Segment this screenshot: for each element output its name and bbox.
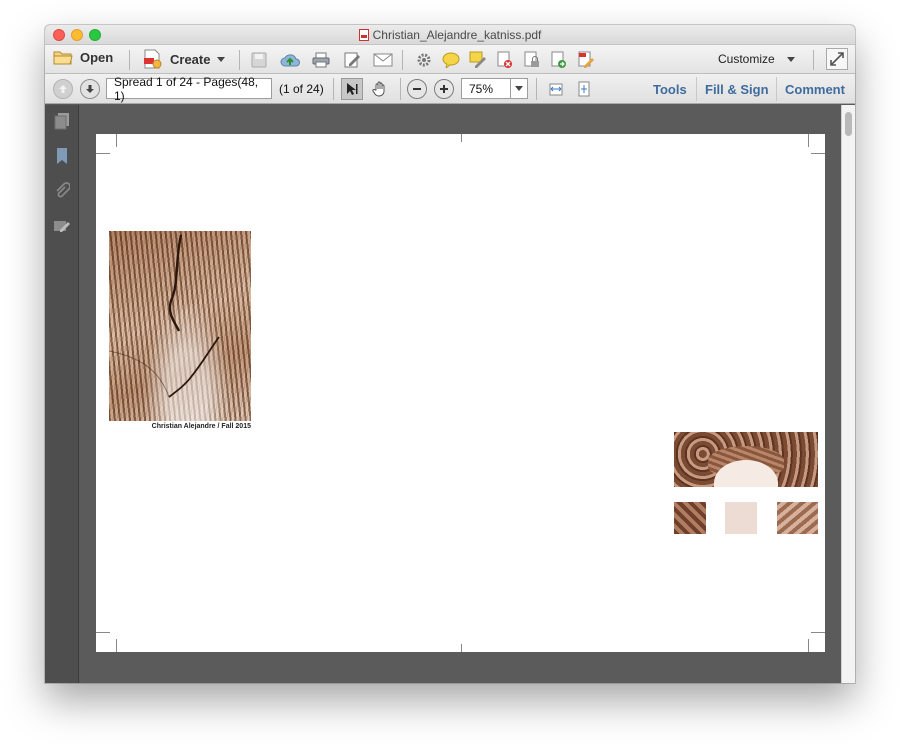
previous-page-button[interactable]: [53, 79, 73, 99]
zoom-level-value: 75%: [469, 81, 494, 96]
texture-swatch-light: [725, 502, 757, 534]
page-thumbnails-icon[interactable]: [52, 111, 72, 131]
wood-grain-photo: [109, 231, 251, 421]
customize-label: Customize: [718, 52, 775, 66]
gear-icon[interactable]: [414, 50, 434, 70]
fill-sign-tab[interactable]: Fill & Sign: [705, 82, 769, 97]
crop-mark: [96, 632, 110, 633]
comment-tab[interactable]: Comment: [785, 82, 845, 97]
attachments-icon[interactable]: [52, 181, 72, 201]
create-button[interactable]: Create: [142, 49, 226, 69]
chevron-down-icon: [515, 86, 523, 91]
open-label: Open: [80, 49, 114, 65]
create-dropdown-icon[interactable]: [217, 56, 226, 62]
crop-mark: [811, 632, 825, 633]
app-window: Christian_Alejandre_katniss.pdf Open Cre…: [45, 25, 855, 683]
crop-mark: [96, 153, 110, 154]
zoom-in-button[interactable]: [434, 79, 454, 99]
plus-icon: [440, 85, 448, 93]
page-count-value: (1 of 24): [279, 82, 324, 96]
crop-mark: [811, 153, 825, 154]
main-toolbar: Open Create Customize: [45, 45, 855, 74]
expand-icon: [830, 52, 844, 66]
crop-mark: [808, 639, 809, 652]
create-pdf-icon: [144, 49, 162, 69]
crop-mark: [116, 134, 117, 147]
next-page-button[interactable]: [80, 79, 100, 99]
window-title: Christian_Alejandre_katniss.pdf: [45, 28, 855, 42]
export-pdf-icon[interactable]: [549, 50, 569, 70]
hand-tool-button[interactable]: [369, 78, 391, 100]
save-icon[interactable]: [249, 51, 269, 69]
scrollbar-thumb[interactable]: [845, 112, 852, 136]
highlight-text-icon[interactable]: [468, 50, 488, 70]
full-screen-button[interactable]: [826, 48, 848, 70]
fit-width-button[interactable]: [545, 78, 567, 100]
crop-mark: [461, 134, 462, 142]
email-icon[interactable]: [371, 50, 395, 70]
vertical-scrollbar[interactable]: [841, 105, 855, 683]
texture-swatch-medium: [777, 502, 818, 534]
crop-mark: [808, 134, 809, 147]
create-label: Create: [170, 51, 211, 67]
print-icon[interactable]: [310, 50, 332, 70]
navigation-toolbar: Spread 1 of 24 - Pages(48, 1) (1 of 24) …: [45, 74, 855, 104]
arrow-down-icon: [86, 85, 94, 93]
minus-icon: [413, 88, 421, 90]
toolbar-divider: [536, 78, 537, 100]
hair-closeup-photo: [674, 432, 818, 487]
zoom-dropdown-button[interactable]: [510, 78, 528, 99]
cursor-arrow-icon: [347, 83, 358, 95]
toolbar-divider: [333, 78, 334, 100]
bookmarks-icon[interactable]: [52, 146, 72, 166]
toolbar-divider: [776, 77, 777, 101]
texture-swatch-dark: [674, 502, 706, 534]
page-count-text: (1 of 24): [279, 82, 324, 96]
window-title-text: Christian_Alejandre_katniss.pdf: [372, 28, 542, 42]
zoom-out-button[interactable]: [407, 79, 427, 99]
crop-mark: [461, 644, 462, 652]
fit-page-button[interactable]: [573, 78, 595, 100]
customize-dropdown[interactable]: Customize: [718, 52, 795, 66]
signatures-icon[interactable]: [52, 216, 72, 236]
toolbar-divider: [239, 50, 240, 70]
pdf-spread-page: Christian Alejandre / Fall 2015: [96, 134, 825, 652]
page-number-value: Spread 1 of 24 - Pages(48, 1): [114, 74, 259, 103]
delete-page-icon[interactable]: [495, 50, 515, 70]
title-bar: Christian_Alejandre_katniss.pdf: [45, 25, 855, 45]
toolbar-divider: [696, 77, 697, 101]
toolbar-divider: [402, 50, 403, 70]
comment-icon[interactable]: [441, 50, 461, 70]
toolbar-divider: [129, 50, 130, 70]
toolbar-divider: [400, 78, 401, 100]
arrow-up-icon: [59, 85, 67, 93]
crop-mark: [116, 639, 117, 652]
customize-caret-icon: [786, 56, 795, 62]
fill-sign-icon[interactable]: [576, 50, 596, 70]
folder-icon: [53, 51, 73, 65]
cloud-upload-icon[interactable]: [279, 50, 301, 70]
edit-document-icon[interactable]: [341, 50, 363, 70]
navigation-pane: [45, 105, 79, 683]
fit-width-icon: [549, 83, 563, 96]
pdf-file-icon: [358, 29, 369, 41]
tools-tab[interactable]: Tools: [653, 82, 687, 97]
zoom-level-field[interactable]: 75%: [461, 78, 511, 99]
photo-caption: Christian Alejandre / Fall 2015: [151, 423, 251, 430]
toolbar-divider: [813, 50, 814, 70]
open-button[interactable]: Open: [53, 49, 113, 65]
protect-icon[interactable]: [522, 50, 542, 70]
select-tool-button[interactable]: [341, 78, 363, 100]
page-number-field[interactable]: Spread 1 of 24 - Pages(48, 1): [106, 75, 272, 103]
fit-page-icon: [578, 81, 590, 97]
hand-icon: [372, 81, 385, 97]
